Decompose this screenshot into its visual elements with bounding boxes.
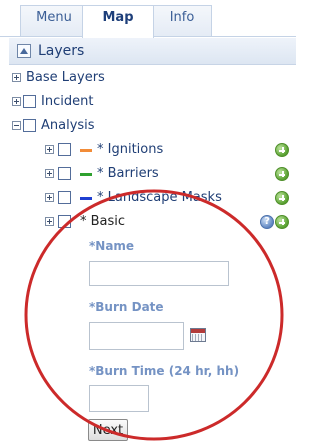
tree-row-base-layers: Base Layers xyxy=(0,68,296,88)
burn-time-label: *Burn Time (24 hr, hh) xyxy=(89,364,240,378)
tree-row-incident: Incident xyxy=(0,92,296,112)
basic-checkbox[interactable] xyxy=(58,215,71,228)
expand-basic-icon[interactable] xyxy=(45,217,54,226)
landscape-masks-color-swatch xyxy=(80,197,92,200)
layers-panel-header[interactable]: Layers xyxy=(9,38,296,65)
ignitions-checkbox[interactable] xyxy=(58,143,71,156)
name-field-label: *Name xyxy=(89,239,135,253)
layers-panel-icon xyxy=(17,44,31,58)
tree-label-landscape-masks[interactable]: * Landscape Masks xyxy=(97,188,222,208)
name-input[interactable] xyxy=(89,261,229,286)
add-barrier-icon[interactable] xyxy=(275,167,289,181)
ignitions-color-swatch xyxy=(80,149,92,152)
tree-label-barriers[interactable]: * Barriers xyxy=(97,164,159,184)
tree-row-ignitions: * Ignitions xyxy=(0,140,296,160)
analysis-checkbox[interactable] xyxy=(23,119,36,132)
add-ignition-icon[interactable] xyxy=(275,143,289,157)
burn-date-label: *Burn Date xyxy=(89,300,164,314)
incident-checkbox[interactable] xyxy=(23,95,36,108)
barriers-color-swatch xyxy=(80,173,92,176)
tab-bar: Menu Map Info xyxy=(0,0,296,38)
barriers-checkbox[interactable] xyxy=(58,167,71,180)
tree-label-analysis[interactable]: Analysis xyxy=(41,116,95,136)
tree-row-basic: * Basic ? xyxy=(0,212,296,232)
expand-incident-icon[interactable] xyxy=(12,97,21,106)
calendar-icon[interactable] xyxy=(190,328,206,342)
help-icon[interactable]: ? xyxy=(260,215,274,229)
expand-ignitions-icon[interactable] xyxy=(45,145,54,154)
expand-base-layers-icon[interactable] xyxy=(12,73,21,82)
expand-barriers-icon[interactable] xyxy=(45,169,54,178)
tree-label-base-layers[interactable]: Base Layers xyxy=(26,68,105,88)
add-landscape-mask-icon[interactable] xyxy=(275,191,289,205)
burn-date-input[interactable] xyxy=(89,322,184,350)
next-button[interactable]: Next xyxy=(88,419,128,441)
tree-label-incident[interactable]: Incident xyxy=(41,92,93,112)
panel-title: Layers xyxy=(38,43,85,59)
tab-map[interactable]: Map xyxy=(82,5,154,38)
tree-row-landscape-masks: * Landscape Masks xyxy=(0,188,296,208)
add-basic-icon[interactable] xyxy=(275,215,289,229)
tree-label-basic[interactable]: * Basic xyxy=(80,212,125,232)
collapse-analysis-icon[interactable] xyxy=(12,121,21,130)
burn-time-input[interactable] xyxy=(89,385,149,412)
tab-info[interactable]: Info xyxy=(152,5,212,37)
tab-menu[interactable]: Menu xyxy=(20,5,88,37)
tree-row-analysis: Analysis xyxy=(0,116,296,136)
tree-row-barriers: * Barriers xyxy=(0,164,296,184)
tree-label-ignitions[interactable]: * Ignitions xyxy=(97,140,163,160)
expand-landscape-masks-icon[interactable] xyxy=(45,193,54,202)
landscape-masks-checkbox[interactable] xyxy=(58,191,71,204)
